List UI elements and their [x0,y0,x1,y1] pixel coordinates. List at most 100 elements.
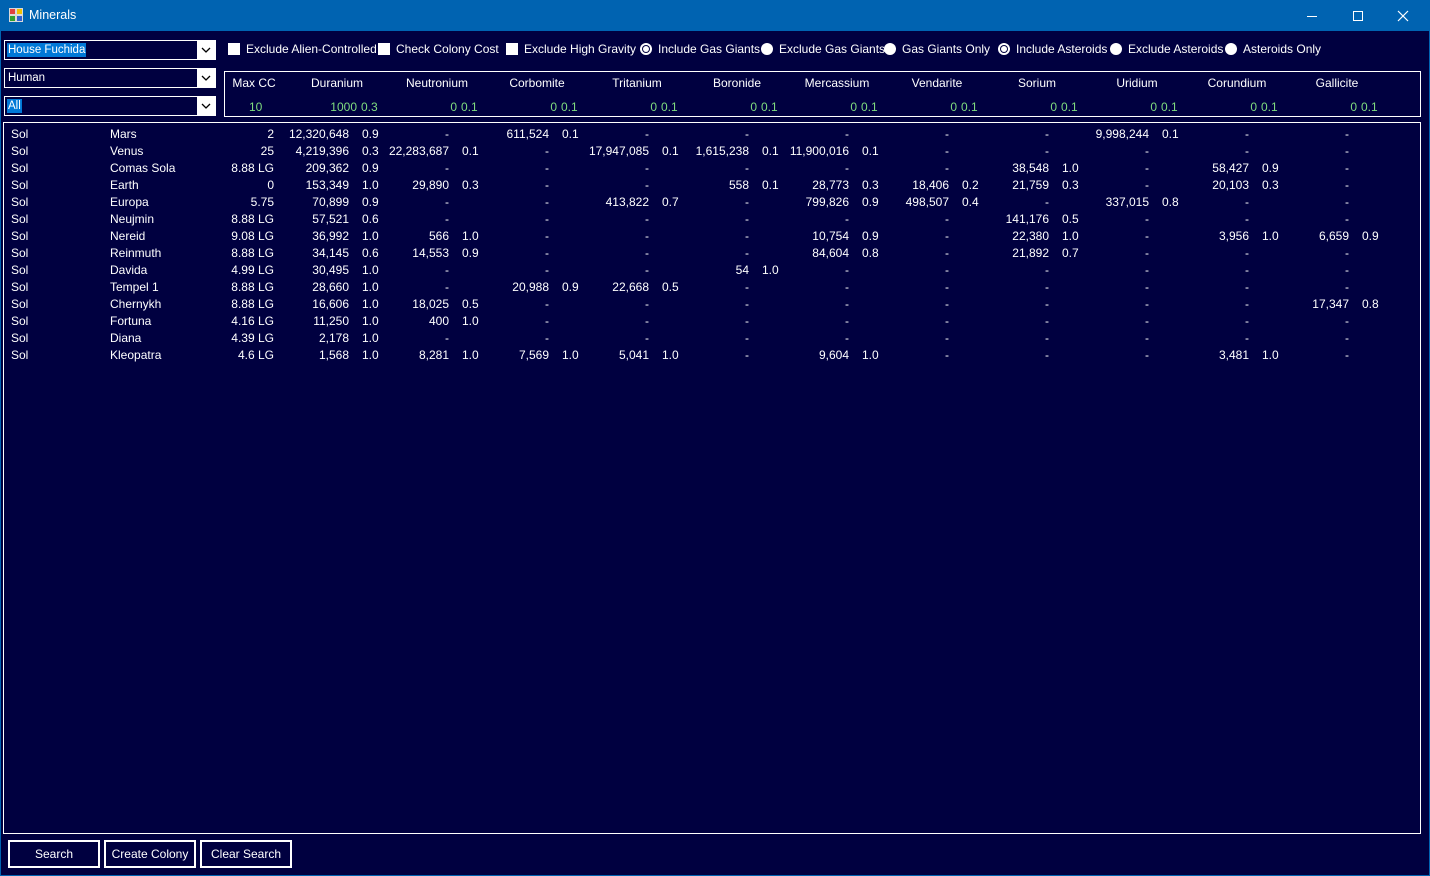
exclude-gas-giants-radio[interactable]: Exclude Gas Giants [761,41,885,57]
maximize-button[interactable] [1335,0,1381,31]
mineral-amount: - [1145,280,1149,294]
mineral-amount: - [745,331,749,345]
exclude-alien-controlled-checkbox[interactable]: Exclude Alien-Controlled [228,41,377,57]
table-row[interactable]: Sol Neujmin 8.88 LG 57,521 0.6- - - - - -141,176 0… [4,210,1420,227]
table-row[interactable]: Sol Mars 2 12,320,648 0.9-611,524 0.1- - - - -9,9… [4,125,1420,142]
header-mineral-name: Boronide [712,76,762,90]
mineral-amount: - [1345,161,1349,175]
include-asteroids-radio[interactable]: Include Asteroids [998,41,1107,57]
mineral-amount: - [945,127,949,141]
mineral-amount: - [1145,178,1149,192]
race-dropdown[interactable]: House Fuchida [4,40,216,60]
chevron-down-icon[interactable] [197,41,215,59]
header-mineral-accessibility[interactable]: 0.1 [1161,100,1178,114]
include-gas-giants-radio[interactable]: Include Gas Giants [640,41,760,57]
mineral-amount: - [645,127,649,141]
radio-button[interactable] [1110,43,1122,55]
title-bar[interactable]: Minerals [0,0,1430,31]
mineral-amount: - [1045,144,1049,158]
header-mineral-amount[interactable]: 0 [1027,100,1057,114]
header-mineral-amount[interactable]: 0 [827,100,857,114]
table-row[interactable]: Sol Fortuna 4.16 LG 11,250 1.0 400 1.0- - - - - - - -… [4,312,1420,329]
clear-search-button[interactable]: Clear Search [200,840,292,868]
exclude-high-gravity-checkbox[interactable]: Exclude High Gravity [506,41,636,57]
radio-button[interactable] [640,43,652,55]
minimize-button[interactable] [1289,0,1335,31]
header-mineral-amount[interactable]: 0 [627,100,657,114]
option-label: Check Colony Cost [396,42,499,56]
table-row[interactable]: Sol Venus 25 4,219,396 0.3 22,283,687 0.1-17,9… [4,142,1420,159]
mineral-amount: - [1245,246,1249,260]
close-button[interactable] [1380,0,1426,31]
table-row[interactable]: Sol Reinmuth 8.88 LG 34,145 0.6 14,553 0.9- - -8… [4,244,1420,261]
header-mineral-amount[interactable]: 0 [1227,100,1257,114]
header-mineral-amount[interactable]: 0 [1127,100,1157,114]
header-mineral-amount[interactable]: 0 [427,100,457,114]
header-mineral-accessibility[interactable]: 0.1 [961,100,978,114]
mineral-amount: 28,660 [312,280,349,294]
gas-giants-only-radio[interactable]: Gas Giants Only [884,41,990,57]
mineral-amount: 17,947,085 [588,144,649,158]
body-name: Nereid [110,229,146,243]
mineral-amount: - [1145,263,1149,277]
mineral-amount: - [1045,348,1049,362]
system-dropdown-value: All [7,99,22,113]
asteroids-only-radio[interactable]: Asteroids Only [1225,41,1321,57]
radio-button[interactable] [998,43,1010,55]
check-colony-cost-checkbox[interactable]: Check Colony Cost [378,41,499,57]
mineral-amount: 8,281 [418,348,449,362]
mineral-amount: - [1245,212,1249,226]
search-button[interactable]: Search [8,840,100,868]
results-list[interactable]: Sol Mars 2 12,320,648 0.9-611,524 0.1- - - - -9,9… [3,122,1421,834]
table-row[interactable]: Sol Kleopatra 4.6 LG 1,568 1.0 8,281 1.0 7,569 1… [4,346,1420,363]
mineral-amount: - [745,348,749,362]
header-mineral-accessibility[interactable]: 0.1 [1061,100,1078,114]
header-mineral-accessibility[interactable]: 0.1 [561,100,578,114]
species-dropdown[interactable]: Human [4,68,216,88]
header-mineral-amount[interactable]: 0 [727,100,757,114]
mineral-amount: - [1245,331,1249,345]
system-name: Sol [11,331,29,345]
table-row[interactable]: Sol Davida 4.99 LG 30,495 1.0- - -54 1.0- - - - - - [4,261,1420,278]
mineral-amount: - [945,229,949,243]
create-colony-button[interactable]: Create Colony [104,840,196,868]
radio-button[interactable] [1225,43,1237,55]
checkbox-box[interactable] [228,43,240,55]
header-mineral-accessibility[interactable]: 0.1 [861,100,878,114]
system-name: Sol [11,127,29,141]
minerals-app-icon [9,8,23,22]
table-row[interactable]: Sol Europa 5.75 70,899 0.9- -413,822 0.7-799,8… [4,193,1420,210]
mineral-amount: - [645,297,649,311]
header-mineral-amount[interactable]: 1000 [327,100,357,114]
header-mineral-accessibility[interactable]: 0.1 [1361,100,1378,114]
checkbox-box[interactable] [378,43,390,55]
header-mineral-accessibility[interactable]: 0.1 [661,100,678,114]
mineral-amount: - [445,127,449,141]
table-row[interactable]: Sol Tempel 1 8.88 LG 28,660 1.0-20,988 0.9 22,… [4,278,1420,295]
system-dropdown[interactable]: All [4,96,216,116]
radio-button[interactable] [884,43,896,55]
header-mineral-accessibility[interactable]: 0.3 [361,100,378,114]
exclude-asteroids-radio[interactable]: Exclude Asteroids [1110,41,1223,57]
header-max-cc-value[interactable]: 10 [249,100,262,114]
system-name: Sol [11,297,29,311]
header-mineral-accessibility[interactable]: 0.1 [761,100,778,114]
mineral-accessibility: 0.9 [1362,229,1379,243]
radio-button[interactable] [761,43,773,55]
checkbox-box[interactable] [506,43,518,55]
mineral-amount: - [445,161,449,175]
option-label: Asteroids Only [1243,42,1322,56]
table-row[interactable]: Sol Comas Sola 8.88 LG 209,362 0.9- - - - - -38,5… [4,159,1420,176]
header-mineral-accessibility[interactable]: 0.1 [1261,100,1278,114]
header-mineral-accessibility[interactable]: 0.1 [461,100,478,114]
mineral-amount: - [545,178,549,192]
table-row[interactable]: Sol Chernykh 8.88 LG 16,606 1.0 18,025 0.5- - - -… [4,295,1420,312]
mineral-amount: - [1145,229,1149,243]
header-mineral-amount[interactable]: 0 [1327,100,1357,114]
table-row[interactable]: Sol Diana 4.39 LG 2,178 1.0- - - - - - - - - - [4,329,1420,346]
header-mineral-amount[interactable]: 0 [527,100,557,114]
header-mineral-amount[interactable]: 0 [927,100,957,114]
table-row[interactable]: Sol Earth 0 153,349 1.0 29,890 0.3- -558 0.1 28,7… [4,176,1420,193]
table-row[interactable]: Sol Nereid 9.08 LG 36,992 1.0 566 1.0- - -10,754… [4,227,1420,244]
chevron-down-icon[interactable] [197,97,215,115]
